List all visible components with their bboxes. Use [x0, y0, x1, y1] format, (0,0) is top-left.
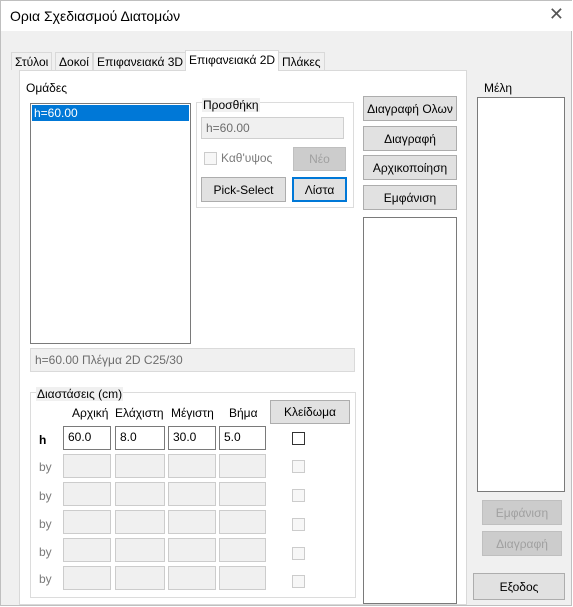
- members-label: Μέλη: [484, 81, 513, 95]
- new-button[interactable]: Νέο: [293, 147, 346, 171]
- window-title: Ορια Σχεδιασμού Διατομών: [10, 8, 181, 24]
- row-label-by: by: [39, 517, 52, 531]
- groups-label: Ομάδες: [26, 81, 67, 95]
- tab-beams[interactable]: Δοκοί: [55, 52, 93, 70]
- by-lock-checkbox[interactable]: [292, 575, 305, 588]
- by-initial-input[interactable]: [63, 482, 111, 506]
- header-step: Βήμα: [229, 406, 258, 420]
- header-initial: Αρχική: [72, 406, 109, 420]
- by-initial-input[interactable]: [63, 538, 111, 562]
- by-lock-checkbox[interactable]: [292, 489, 305, 502]
- by-step-input[interactable]: [219, 510, 266, 534]
- dimensions-label: Διαστάσεις (cm): [36, 387, 124, 401]
- by-max-input[interactable]: [168, 510, 216, 534]
- by-lock-checkbox[interactable]: [292, 460, 305, 473]
- members-delete-button[interactable]: Διαγραφή: [482, 531, 562, 556]
- tab-slabs[interactable]: Πλάκες: [278, 52, 325, 70]
- delete-all-button[interactable]: Διαγραφή Ολων: [363, 96, 457, 121]
- row-label-by: by: [39, 460, 52, 474]
- tab-surfaces-3d[interactable]: Επιφανειακά 3D: [93, 52, 188, 70]
- group-status: h=60.00 Πλέγμα 2D C25/30: [30, 348, 355, 372]
- by-step-input[interactable]: [219, 566, 266, 590]
- add-label: Προσθήκη: [202, 98, 260, 112]
- by-max-input[interactable]: [168, 454, 216, 478]
- by-step-input[interactable]: [219, 538, 266, 562]
- tab-columns[interactable]: Στύλοι: [11, 52, 53, 70]
- by-initial-input[interactable]: [63, 566, 111, 590]
- row-label-h: h: [39, 433, 47, 447]
- by-lock-checkbox[interactable]: [292, 547, 305, 560]
- by-step-input[interactable]: [219, 454, 266, 478]
- h-initial-input[interactable]: 60.0: [63, 426, 111, 450]
- add-name-field[interactable]: h=60.00: [201, 117, 344, 139]
- h-lock-checkbox[interactable]: [292, 432, 305, 445]
- by-initial-input[interactable]: [63, 510, 111, 534]
- tab-surfaces-2d[interactable]: Επιφανειακά 2D: [185, 50, 280, 71]
- header-min: Ελάχιστη: [115, 406, 164, 420]
- vertical-label: Καθ'υψος: [221, 151, 273, 165]
- row-label-by: by: [39, 545, 52, 559]
- members-listbox[interactable]: [477, 97, 565, 492]
- delete-button[interactable]: Διαγραφή: [363, 126, 457, 151]
- lock-button[interactable]: Κλείδωμα: [270, 400, 350, 424]
- by-step-input[interactable]: [219, 482, 266, 506]
- items-listbox[interactable]: [363, 217, 457, 604]
- close-icon[interactable]: ✕: [549, 4, 564, 25]
- header-max: Μέγιστη: [171, 406, 214, 420]
- title-bar: Ορια Σχεδιασμού Διατομών ✕: [1, 1, 572, 31]
- h-max-input[interactable]: 30.0: [168, 426, 216, 450]
- by-min-input[interactable]: [115, 538, 165, 562]
- vertical-checkbox[interactable]: [204, 152, 217, 165]
- members-show-button[interactable]: Εμφάνιση: [482, 500, 562, 525]
- list-item[interactable]: h=60.00: [32, 105, 189, 121]
- dialog-window: Ορια Σχεδιασμού Διατομών ✕ Στύλοι Δοκοί …: [0, 0, 572, 606]
- by-lock-checkbox[interactable]: [292, 518, 305, 531]
- show-button[interactable]: Εμφάνιση: [363, 185, 457, 210]
- row-label-by: by: [39, 572, 52, 586]
- by-min-input[interactable]: [115, 510, 165, 534]
- by-max-input[interactable]: [168, 566, 216, 590]
- list-button[interactable]: Λίστα: [292, 177, 347, 202]
- h-step-input[interactable]: 5.0: [219, 426, 266, 450]
- pick-select-button[interactable]: Pick-Select: [201, 177, 286, 202]
- by-max-input[interactable]: [168, 482, 216, 506]
- groups-listbox[interactable]: h=60.00: [30, 103, 191, 344]
- exit-button[interactable]: Εξοδος: [473, 573, 565, 600]
- by-max-input[interactable]: [168, 538, 216, 562]
- h-min-input[interactable]: 8.0: [115, 426, 165, 450]
- by-initial-input[interactable]: [63, 454, 111, 478]
- initialize-button[interactable]: Αρχικοποίηση: [363, 155, 457, 180]
- by-min-input[interactable]: [115, 566, 165, 590]
- by-min-input[interactable]: [115, 454, 165, 478]
- row-label-by: by: [39, 489, 52, 503]
- by-min-input[interactable]: [115, 482, 165, 506]
